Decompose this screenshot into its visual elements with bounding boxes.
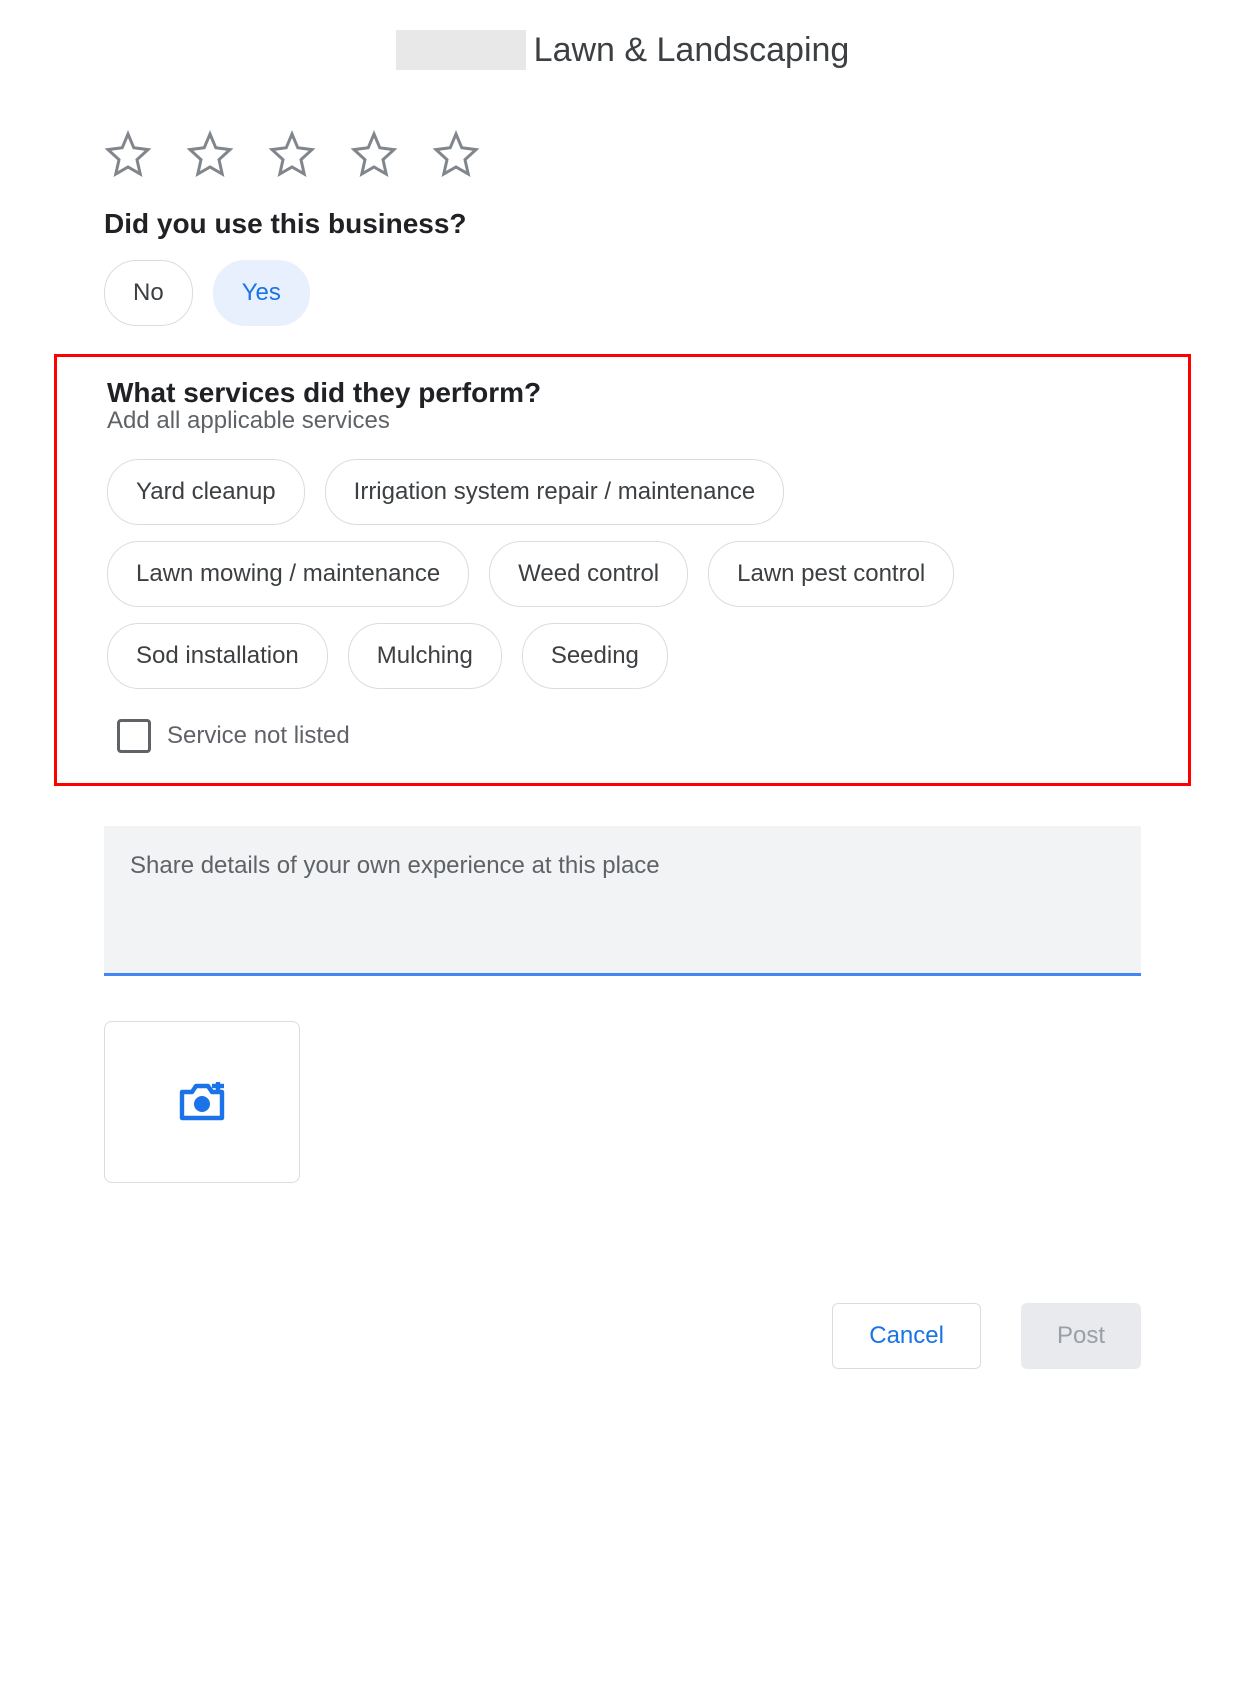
no-chip[interactable]: No <box>104 260 193 326</box>
business-name: Lawn & Landscaping <box>534 31 850 70</box>
footer-actions: Cancel Post <box>104 1303 1141 1369</box>
star-1[interactable] <box>104 130 152 178</box>
details-section <box>104 826 1141 981</box>
services-question: What services did they perform? <box>107 377 1138 409</box>
services-section: What services did they perform? Add all … <box>54 354 1191 786</box>
cancel-button[interactable]: Cancel <box>832 1303 981 1369</box>
star-5[interactable] <box>432 130 480 178</box>
service-chip[interactable]: Lawn pest control <box>708 541 954 607</box>
star-2[interactable] <box>186 130 234 178</box>
service-chip[interactable]: Yard cleanup <box>107 459 305 525</box>
star-rating <box>104 90 1141 208</box>
star-3[interactable] <box>268 130 316 178</box>
service-chip[interactable]: Sod installation <box>107 623 328 689</box>
service-chip[interactable]: Weed control <box>489 541 688 607</box>
used-business-section: Did you use this business? No Yes <box>104 208 1141 326</box>
header: Lawn & Landscaping <box>0 0 1245 90</box>
post-button[interactable]: Post <box>1021 1303 1141 1369</box>
service-chip[interactable]: Irrigation system repair / maintenance <box>325 459 785 525</box>
service-not-listed-checkbox[interactable] <box>117 719 151 753</box>
yes-chip[interactable]: Yes <box>213 260 310 326</box>
service-chip[interactable]: Seeding <box>522 623 668 689</box>
used-business-question: Did you use this business? <box>104 208 1141 240</box>
star-4[interactable] <box>350 130 398 178</box>
add-photo-button[interactable] <box>104 1021 300 1183</box>
details-textarea[interactable] <box>104 826 1141 976</box>
service-chip[interactable]: Mulching <box>348 623 502 689</box>
service-chip[interactable]: Lawn mowing / maintenance <box>107 541 469 607</box>
camera-plus-icon <box>178 1082 226 1122</box>
service-not-listed-label: Service not listed <box>167 722 350 750</box>
business-logo <box>396 30 526 70</box>
services-subtitle: Add all applicable services <box>107 407 1138 435</box>
